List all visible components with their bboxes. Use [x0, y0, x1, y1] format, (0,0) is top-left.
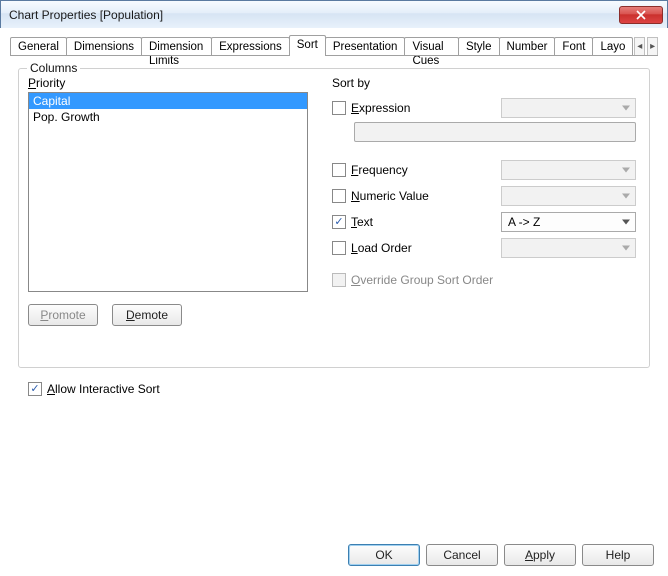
tab-number[interactable]: Number — [499, 37, 556, 56]
text-label: Text — [351, 215, 501, 229]
tab-presentation[interactable]: Presentation — [325, 37, 406, 56]
frequency-label: Frequency — [351, 163, 501, 177]
tab-scroll-right[interactable]: ▸ — [647, 37, 658, 56]
sort-row-override: Override Group Sort Order — [332, 270, 636, 290]
tab-sort[interactable]: Sort — [289, 35, 326, 56]
loadorder-label: Load Order — [351, 241, 501, 255]
tab-panel-border — [10, 55, 658, 56]
sort-row-numeric: Numeric Value — [332, 186, 636, 206]
numeric-combo[interactable] — [501, 186, 636, 206]
tab-scroll-left[interactable]: ◂ — [634, 37, 645, 56]
close-button[interactable] — [619, 6, 663, 24]
text-combo-value: A -> Z — [508, 215, 540, 229]
override-checkbox — [332, 273, 346, 287]
list-item[interactable]: Capital — [29, 93, 307, 109]
cancel-button[interactable]: Cancel — [426, 544, 498, 566]
loadorder-checkbox[interactable] — [332, 241, 346, 255]
loadorder-combo[interactable] — [501, 238, 636, 258]
frequency-checkbox[interactable] — [332, 163, 346, 177]
tab-style[interactable]: Style — [458, 37, 500, 56]
client-area: General Dimensions Dimension Limits Expr… — [0, 28, 668, 576]
override-label: Override Group Sort Order — [351, 273, 636, 287]
ok-button[interactable]: OK — [348, 544, 420, 566]
expression-checkbox[interactable] — [332, 101, 346, 115]
tab-font[interactable]: Font — [554, 37, 593, 56]
tab-general[interactable]: General — [10, 37, 67, 56]
priority-listbox[interactable]: Capital Pop. Growth — [28, 92, 308, 292]
tab-dimension-limits[interactable]: Dimension Limits — [141, 37, 212, 56]
window-title: Chart Properties [Population] — [9, 8, 619, 22]
tab-strip: General Dimensions Dimension Limits Expr… — [10, 34, 658, 56]
numeric-label: Numeric Value — [351, 189, 501, 203]
text-checkbox[interactable] — [332, 215, 346, 229]
sort-row-loadorder: Load Order — [332, 238, 636, 258]
allow-interactive-row: Allow Interactive Sort — [28, 382, 160, 396]
sortby-label: Sort by — [332, 76, 370, 90]
expression-edit[interactable] — [354, 122, 636, 142]
demote-button[interactable]: Demote — [112, 304, 182, 326]
promote-button[interactable]: Promote — [28, 304, 98, 326]
sort-row-text: Text A -> Z — [332, 212, 636, 232]
expression-label: Expression — [351, 101, 501, 115]
sort-row-expression: Expression — [332, 98, 636, 118]
numeric-checkbox[interactable] — [332, 189, 346, 203]
priority-label: Priority — [28, 76, 65, 90]
title-bar: Chart Properties [Population] — [1, 1, 667, 29]
close-icon — [636, 10, 646, 20]
apply-button[interactable]: Apply — [504, 544, 576, 566]
list-item[interactable]: Pop. Growth — [29, 109, 307, 125]
dialog-buttons: OK Cancel Apply Help — [348, 544, 654, 566]
expression-combo[interactable] — [501, 98, 636, 118]
allow-interactive-checkbox[interactable] — [28, 382, 42, 396]
frequency-combo[interactable] — [501, 160, 636, 180]
help-button[interactable]: Help — [582, 544, 654, 566]
tab-visual-cues[interactable]: Visual Cues — [404, 37, 459, 56]
columns-legend: Columns — [27, 61, 80, 75]
allow-interactive-label: Allow Interactive Sort — [47, 382, 160, 396]
sort-row-frequency: Frequency — [332, 160, 636, 180]
tab-expressions[interactable]: Expressions — [211, 37, 290, 56]
tab-layout[interactable]: Layo — [592, 37, 633, 56]
text-combo[interactable]: A -> Z — [501, 212, 636, 232]
tab-dimensions[interactable]: Dimensions — [66, 37, 142, 56]
